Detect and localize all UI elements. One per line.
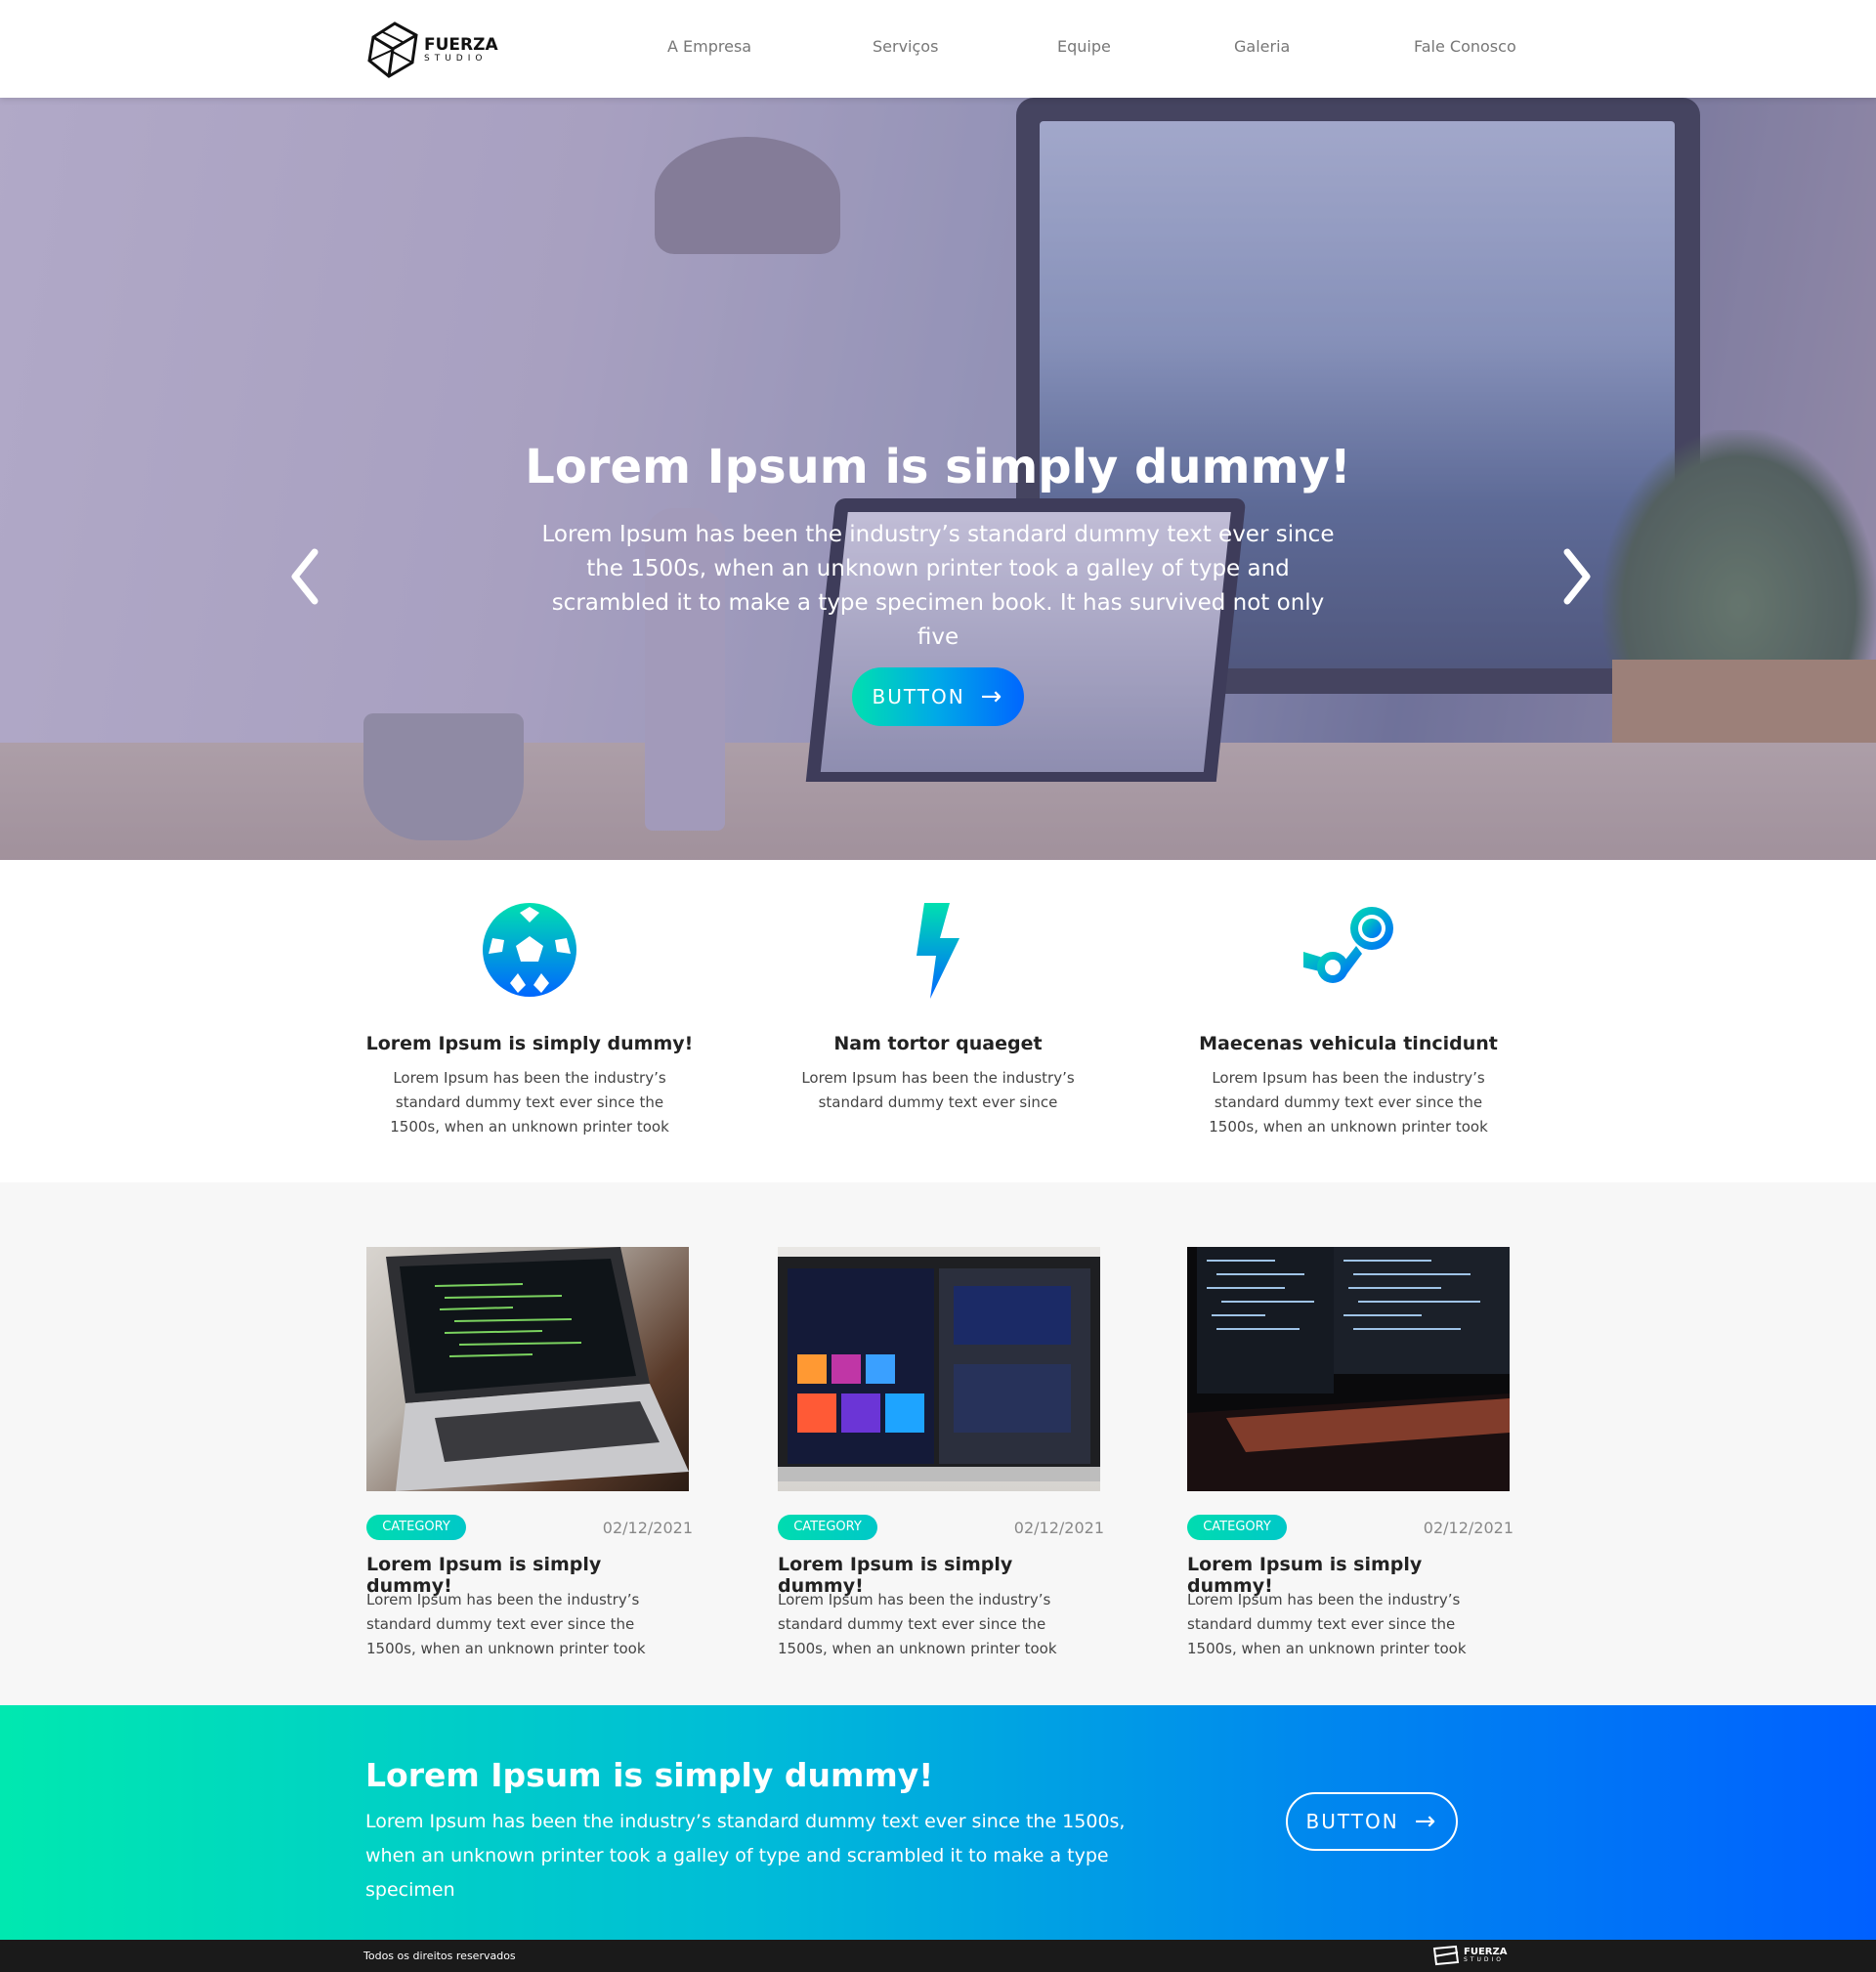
feature-title: Lorem Ipsum is simply dummy! [365,1033,694,1054]
nav-item-fale-conosco[interactable]: Fale Conosco [1414,37,1516,56]
footer-copyright: Todos os direitos reservados [363,1950,516,1962]
feature-text: Lorem Ipsum has been the industry’s stan… [1209,1069,1488,1136]
post-date: 02/12/2021 [1423,1519,1514,1537]
category-badge[interactable]: CATEGORY [1187,1515,1287,1540]
post-excerpt: Lorem Ipsum has been the industry’s stan… [366,1591,646,1657]
feature-text: Lorem Ipsum has been the industry’s stan… [801,1069,1075,1111]
post-thumbnail[interactable] [778,1247,1100,1491]
feature-title: Maecenas vehicula tincidunt [1199,1033,1498,1054]
hero-slider: Lorem Ipsum is simply dummy! Lorem Ipsum… [0,98,1876,860]
nav-item-servicos[interactable]: Serviços [873,37,938,56]
post-thumbnail[interactable] [366,1247,689,1491]
category-badge[interactable]: CATEGORY [366,1515,466,1540]
post-date: 02/12/2021 [1013,1519,1104,1537]
post-thumbnail[interactable] [1187,1247,1510,1491]
cta-title: Lorem Ipsum is simply dummy! [365,1756,934,1794]
post-date: 02/12/2021 [602,1519,693,1537]
arrow-right-icon: → [980,682,1004,711]
arrow-right-icon: → [1414,1807,1438,1836]
post-excerpt: Lorem Ipsum has been the industry’s stan… [1187,1591,1467,1657]
hero-text: Lorem Ipsum has been the industry’s stan… [541,522,1335,650]
footer-logo-icon [1432,1945,1460,1966]
main-nav: A Empresa Serviços Equipe Galeria Fale C… [0,37,1876,61]
site-header: FUERZA STUDIO A Empresa Serviços Equipe … [0,0,1876,98]
cta-banner: Lorem Ipsum is simply dummy! Lorem Ipsum… [0,1705,1876,1940]
lightning-bolt-icon [917,903,959,999]
footer-logo[interactable]: FUERZA STUDIO [1432,1945,1507,1966]
post-excerpt: Lorem Ipsum has been the industry’s stan… [778,1591,1057,1657]
feature-text: Lorem Ipsum has been the industry’s stan… [390,1069,669,1136]
category-badge[interactable]: CATEGORY [778,1515,877,1540]
chevron-left-icon[interactable] [285,542,324,611]
hero-cta-button[interactable]: BUTTON → [852,667,1024,726]
feature-title: Nam tortor quaeget [833,1033,1043,1054]
nav-item-a-empresa[interactable]: A Empresa [667,37,751,56]
hero-title: Lorem Ipsum is simply dummy! [525,440,1351,494]
site-footer: Todos os direitos reservados FUERZA STUD… [0,1940,1876,1972]
nav-item-equipe[interactable]: Equipe [1057,37,1111,56]
steam-icon [1303,907,1393,983]
nav-item-galeria[interactable]: Galeria [1234,37,1290,56]
cta-button[interactable]: BUTTON → [1286,1792,1458,1851]
hero-button-label: BUTTON [872,685,965,708]
cta-button-label: BUTTON [1305,1810,1399,1833]
soccer-ball-icon [483,903,576,997]
posts-section: CATEGORY 02/12/2021 Lorem Ipsum is simpl… [0,1182,1876,1705]
chevron-right-icon[interactable] [1557,542,1597,611]
footer-logo-sub: STUDIO [1464,1956,1504,1963]
features-section: Lorem Ipsum is simply dummy! Lorem Ipsum… [0,860,1876,1182]
cta-text: Lorem Ipsum has been the industry’s stan… [365,1811,1126,1901]
